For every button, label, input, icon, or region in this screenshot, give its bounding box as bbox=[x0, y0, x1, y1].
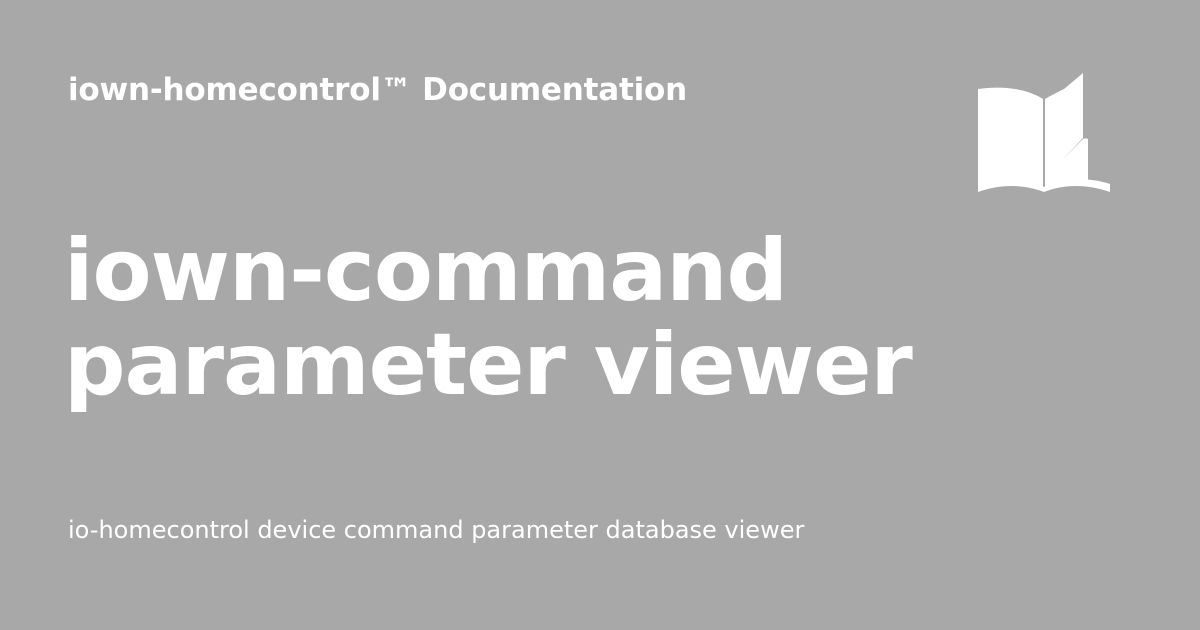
page-title: iown-command parameter viewer bbox=[64, 220, 913, 415]
social-card: iown-homecontrol™ Documentation iown-com… bbox=[0, 0, 1200, 630]
book-open-icon bbox=[978, 72, 1110, 192]
book-open-icon-svg bbox=[978, 73, 1110, 192]
page-description: io-homecontrol device command parameter … bbox=[68, 516, 805, 544]
page-title-line-1: iown-command bbox=[64, 220, 788, 321]
book-base-shape bbox=[978, 179, 1110, 192]
site-name: iown-homecontrol™ Documentation bbox=[68, 72, 687, 108]
book-left-page-shape bbox=[978, 87, 1043, 190]
page-title-line-2: parameter viewer bbox=[64, 314, 913, 415]
